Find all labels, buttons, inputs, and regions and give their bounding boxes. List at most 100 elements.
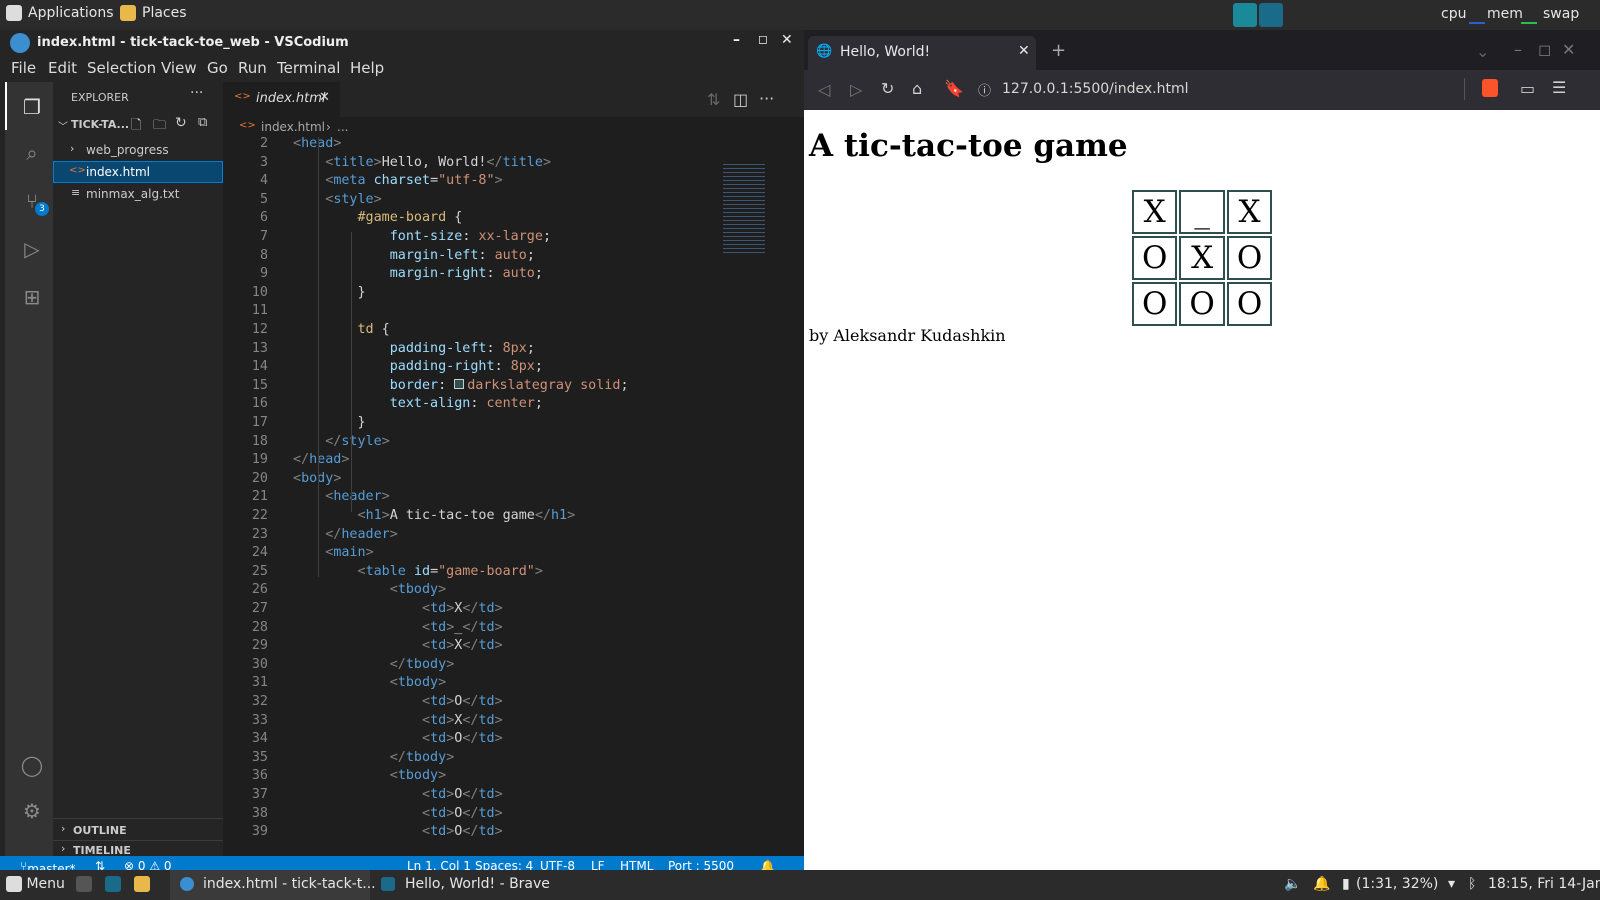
close-icon[interactable]: ✕ — [1562, 40, 1575, 59]
menu-view[interactable]: View — [161, 59, 197, 77]
breadcrumb-more[interactable]: ... — [337, 120, 348, 134]
new-folder-icon[interactable]: 🗀 — [153, 116, 166, 138]
tab-search-icon[interactable]: ⌄ — [1476, 42, 1489, 61]
code-line[interactable]: 17 } — [223, 413, 783, 432]
code-line[interactable]: 3 <title>Hello, World!</title> — [223, 153, 783, 172]
forward-icon[interactable]: ▷ — [850, 80, 862, 99]
menu-terminal[interactable]: Terminal — [277, 59, 340, 77]
code-line[interactable]: 10 } — [223, 283, 783, 302]
code-line[interactable]: 8 margin-left: auto; — [223, 246, 783, 265]
refresh-icon[interactable]: ↻ — [175, 115, 187, 131]
account-icon[interactable]: ◯ — [19, 752, 45, 778]
code-line[interactable]: 21 <header> — [223, 487, 783, 506]
reload-icon[interactable]: ↻ — [881, 79, 894, 98]
new-file-icon[interactable]: 🗋 — [131, 116, 141, 138]
search-icon[interactable]: ⌕ — [19, 140, 45, 166]
split-editor-icon[interactable]: ◫ — [733, 90, 748, 109]
code-line[interactable]: 34 <td>O</td> — [223, 729, 783, 748]
code-line[interactable]: 2<head> — [223, 137, 783, 153]
code-line[interactable]: 15 border: darkslategray solid; — [223, 376, 783, 395]
chevron-down-icon[interactable]: ﹀ — [58, 118, 68, 133]
workspace-folder[interactable]: TICK-TA... — [71, 118, 129, 131]
run-debug-icon[interactable]: ▷ — [19, 236, 45, 262]
wallet-icon[interactable]: ▭ — [1520, 79, 1535, 98]
info-icon[interactable]: ⓘ — [978, 80, 991, 99]
bluetooth-icon[interactable]: ᛒ — [1468, 876, 1476, 892]
more-actions-icon[interactable]: ··· — [759, 89, 774, 108]
files-launcher-icon[interactable] — [134, 876, 150, 892]
code-line[interactable]: 18 </style> — [223, 432, 783, 451]
menu-edit[interactable]: Edit — [48, 59, 77, 77]
code-line[interactable]: 11 — [223, 301, 783, 320]
more-actions-icon[interactable]: ··· — [190, 85, 203, 101]
bookmark-icon[interactable]: 🔖 — [944, 79, 964, 98]
brave-shields-icon[interactable] — [1482, 79, 1498, 97]
collapse-all-icon[interactable]: ⧉ — [198, 115, 207, 130]
code-line[interactable]: 12 td { — [223, 320, 783, 339]
tab-index-html[interactable]: <> index.html ✕ — [223, 82, 340, 117]
code-line[interactable]: 5 <style> — [223, 190, 783, 209]
brave-tray-icon[interactable] — [1259, 3, 1283, 27]
start-menu-button[interactable]: Menu — [6, 876, 65, 892]
extensions-icon[interactable]: ⊞ — [19, 284, 45, 310]
code-line[interactable]: 33 <td>X</td> — [223, 711, 783, 730]
code-line[interactable]: 13 padding-left: 8px; — [223, 339, 783, 358]
tree-item-web-progress[interactable]: › web_progress — [53, 139, 223, 161]
tree-item-index-html[interactable]: <> index.html — [53, 161, 223, 183]
code-line[interactable]: 36 <tbody> — [223, 766, 783, 785]
code-line[interactable]: 26 <tbody> — [223, 580, 783, 599]
code-line[interactable]: 16 text-align: center; — [223, 394, 783, 413]
breadcrumb-file[interactable]: index.html — [261, 120, 325, 134]
battery-icon[interactable]: ▮ — [1342, 876, 1350, 892]
code-line[interactable]: 25 <table id="game-board"> — [223, 562, 783, 581]
terminal-icon[interactable] — [76, 876, 92, 892]
maximize-icon[interactable]: ◻ — [758, 32, 768, 46]
maximize-icon[interactable]: ◻ — [1538, 40, 1551, 59]
minimize-icon[interactable]: – — [733, 32, 740, 48]
outline-section[interactable]: OUTLINE — [73, 824, 127, 837]
menu-help[interactable]: Help — [350, 59, 384, 77]
back-icon[interactable]: ◁ — [818, 80, 830, 99]
close-tab-icon[interactable]: ✕ — [1018, 43, 1030, 59]
code-line[interactable]: 39 <td>O</td> — [223, 822, 783, 841]
settings-gear-icon[interactable]: ⚙ — [19, 798, 45, 824]
taskbar-window-brave[interactable]: Hello, World! - Brave — [375, 870, 570, 900]
menu-run[interactable]: Run — [238, 59, 267, 77]
places-menu[interactable]: Places — [120, 5, 187, 21]
code-line[interactable]: 20<body> — [223, 469, 783, 488]
code-line[interactable]: 9 margin-right: auto; — [223, 264, 783, 283]
taskbar-window-vscodium[interactable]: index.html - tick-tack-t... — [170, 870, 376, 900]
tree-item-minmax[interactable]: ≡ minmax_alg.txt — [53, 183, 223, 205]
code-line[interactable]: 27 <td>X</td> — [223, 599, 783, 618]
minimize-icon[interactable]: – — [1514, 40, 1522, 59]
compare-icon[interactable]: ⇅ — [707, 90, 720, 109]
code-line[interactable]: 30 </tbody> — [223, 655, 783, 674]
menu-go[interactable]: Go — [207, 59, 228, 77]
applications-menu[interactable]: Applications — [6, 5, 114, 21]
code-line[interactable]: 28 <td>_</td> — [223, 618, 783, 637]
clock[interactable]: 18:15, Fri 14-Jan — [1488, 876, 1600, 892]
code-editor[interactable]: 2<head>3 <title>Hello, World!</title>4 <… — [223, 137, 804, 856]
code-line[interactable]: 19 </head> — [223, 450, 783, 469]
code-line[interactable]: 24 <main> — [223, 543, 783, 562]
close-icon[interactable]: ✕ — [781, 32, 793, 48]
vscodium-launcher-icon[interactable] — [105, 876, 121, 892]
code-line[interactable]: 35 </tbody> — [223, 748, 783, 767]
code-line[interactable]: 29 <td>X</td> — [223, 636, 783, 655]
explorer-icon[interactable]: ❐ — [19, 94, 45, 120]
code-line[interactable]: 32 <td>O</td> — [223, 692, 783, 711]
volume-icon[interactable]: 🔈 — [1284, 876, 1301, 892]
close-tab-icon[interactable]: ✕ — [319, 90, 330, 105]
vscodium-tray-icon[interactable] — [1233, 3, 1257, 27]
code-line[interactable]: 4 <meta charset="utf-8"> — [223, 171, 783, 190]
code-line[interactable]: 31 <tbody> — [223, 673, 783, 692]
address-bar[interactable]: 127.0.0.1:5500/index.html — [1002, 81, 1189, 97]
notification-bell-icon[interactable]: 🔔 — [1313, 876, 1330, 892]
code-line[interactable]: 23 </header> — [223, 525, 783, 544]
minimap[interactable] — [723, 164, 765, 254]
home-icon[interactable]: ⌂ — [912, 79, 922, 98]
wifi-icon[interactable]: ▾ — [1448, 876, 1455, 892]
code-line[interactable]: 38 <td>O</td> — [223, 804, 783, 823]
hamburger-menu-icon[interactable]: ☰ — [1552, 78, 1566, 97]
new-tab-icon[interactable]: + — [1051, 40, 1066, 61]
